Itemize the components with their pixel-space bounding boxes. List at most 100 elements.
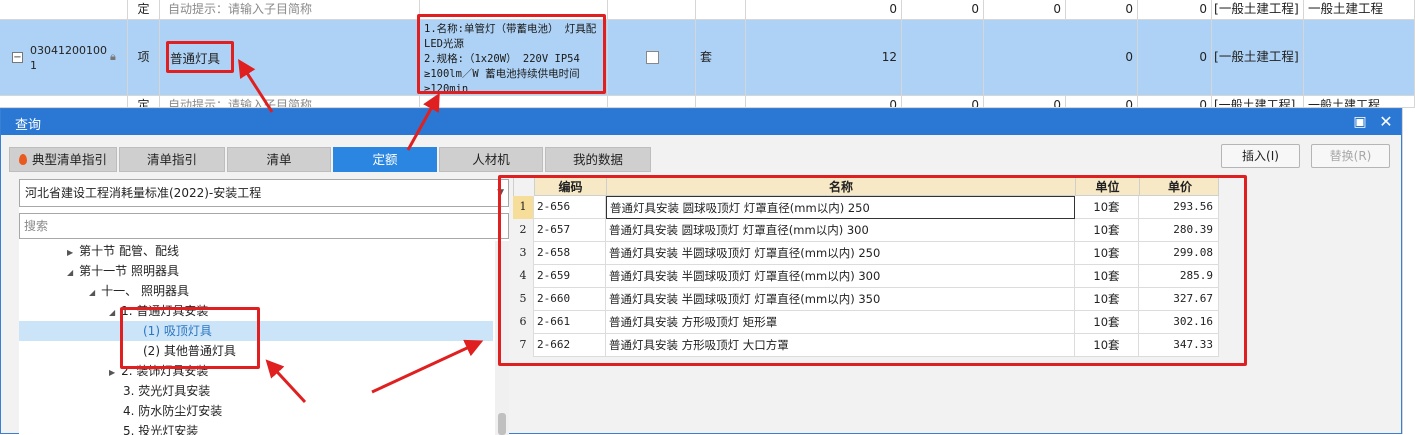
grid-cell-value[interactable]: 0 [984,20,1138,95]
grid-cell-hint[interactable]: 自动提示：请输入子目简称 [160,96,420,107]
tab-labor-materials[interactable]: 人材机 [439,147,543,172]
grid-cell-desc[interactable]: 1.名称:单管灯（带蓄电池） 灯具配LED光源 2.规格:（1x20W） 220… [420,20,608,95]
row-unit[interactable]: 10套 [1075,265,1139,288]
grid-cell-type[interactable]: 定 [128,96,160,107]
grid-cell-value[interactable]: 0 [1138,20,1212,95]
row-code[interactable]: 2-659 [534,265,606,288]
row-index[interactable]: 5 [513,288,534,311]
grid-cell-value[interactable]: 0 [1138,0,1212,19]
tab-bill-guide[interactable]: 清单指引 [119,147,225,172]
dialog-titlebar[interactable]: 查询 ▣ ✕ [1,109,1401,135]
table-row[interactable]: 7 2-662 普通灯具安装 方形吸顶灯 大口方罩 10套 347.33 [513,334,1219,357]
grid-cell-check[interactable] [608,20,696,95]
grid-cell-value[interactable]: 0 [1066,96,1138,107]
table-row[interactable]: 6 2-661 普通灯具安装 方形吸顶灯 矩形罩 10套 302.16 [513,311,1219,334]
row-name[interactable]: 普通灯具安装 半圆球吸顶灯 灯罩直径(mm以内) 350 [606,288,1075,311]
row-code[interactable]: 2-656 [534,196,606,219]
tree-item[interactable]: ◢ 1. 普通灯具安装 [109,301,208,321]
grid-cell-category[interactable]: [一般土建工程] [1212,0,1304,19]
grid-cell-value[interactable]: 0 [1138,96,1212,107]
tree-scrollbar[interactable] [495,241,509,435]
header-name[interactable]: 名称 [607,178,1076,196]
tree-item[interactable]: 3. 荧光灯具安装 [123,381,210,401]
table-row[interactable]: 5 2-660 普通灯具安装 半圆球吸顶灯 灯罩直径(mm以内) 350 10套 327… [513,288,1219,311]
row-price[interactable]: 293.56 [1139,196,1219,219]
row-code[interactable]: 2-660 [534,288,606,311]
row-name[interactable]: 普通灯具安装 半圆球吸顶灯 灯罩直径(mm以内) 300 [606,265,1075,288]
grid-cell-category2[interactable]: 一般土建工程 [1304,0,1415,19]
grid-row-selected[interactable]: − 03041200100 1 🔒︎ 项 普通灯具 1.名称:单管灯（带蓄电池）… [0,20,1415,96]
tree-item[interactable]: 5. 投光灯安装 [123,421,198,435]
row-unit[interactable]: 10套 [1075,311,1139,334]
tree-item[interactable]: ▶ 2. 装饰灯具安装 [109,361,208,381]
tree-item-selected[interactable]: (1) 吸顶灯具 [19,321,493,341]
row-unit[interactable]: 10套 [1075,242,1139,265]
row-index[interactable]: 2 [513,219,534,242]
row-name[interactable]: 普通灯具安装 方形吸顶灯 大口方罩 [606,334,1075,357]
maximize-icon[interactable]: ▣ [1351,113,1369,131]
grid-cell-value[interactable]: 0 [746,0,902,19]
grid-row-bottom[interactable]: 定 自动提示：请输入子目简称 0 0 0 0 0 [一般土建工程] 一般土建工程 [0,96,1415,108]
row-index[interactable]: 7 [513,334,534,357]
collapse-arrow-icon[interactable]: ◢ [109,308,115,317]
tab-typical-bill-guide[interactable]: 典型清单指引 [9,147,117,172]
grid-cell-value[interactable]: 0 [984,96,1066,107]
row-price[interactable]: 285.9 [1139,265,1219,288]
table-row[interactable]: 4 2-659 普通灯具安装 半圆球吸顶灯 灯罩直径(mm以内) 300 10套 285… [513,265,1219,288]
grid-cell-type[interactable]: 定 [128,0,160,19]
grid-cell-category[interactable]: [一般土建工程] [1212,96,1304,107]
row-code[interactable]: 2-658 [534,242,606,265]
header-price[interactable]: 单价 [1140,178,1220,196]
row-index[interactable]: 4 [513,265,534,288]
tab-bill[interactable]: 清单 [227,147,331,172]
collapse-arrow-icon[interactable]: ◢ [67,268,73,277]
collapse-arrow-icon[interactable]: ◢ [89,288,95,297]
grid-cell-code[interactable]: − 03041200100 1 🔒︎ [0,20,128,95]
header-unit[interactable]: 单位 [1076,178,1140,196]
expand-arrow-icon[interactable]: ▶ [109,368,115,377]
row-index[interactable]: 1 [513,196,534,219]
row-price[interactable]: 280.39 [1139,219,1219,242]
row-index[interactable]: 6 [513,311,534,334]
row-code[interactable]: 2-662 [534,334,606,357]
row-unit[interactable]: 10套 [1075,334,1139,357]
row-code[interactable]: 2-657 [534,219,606,242]
row-price[interactable]: 302.16 [1139,311,1219,334]
search-input[interactable]: 搜索 [19,213,509,239]
grid-cell-value[interactable]: 0 [746,96,902,107]
tree-item[interactable]: 4. 防水防尘灯安装 [123,401,222,421]
insert-button[interactable]: 插入(I) [1221,144,1300,168]
row-name[interactable]: 普通灯具安装 半圆球吸顶灯 灯罩直径(mm以内) 250 [606,242,1075,265]
row-code[interactable]: 2-661 [534,311,606,334]
row-unit[interactable]: 10套 [1075,288,1139,311]
table-row[interactable]: 2 2-657 普通灯具安装 圆球吸顶灯 灯罩直径(mm以内) 300 10套 280.… [513,219,1219,242]
table-row[interactable]: 3 2-658 普通灯具安装 半圆球吸顶灯 灯罩直径(mm以内) 250 10套 299… [513,242,1219,265]
grid-cell-value[interactable]: 0 [1066,0,1138,19]
grid-cell-code[interactable] [0,0,128,19]
tree-item[interactable]: ◢ 十一、 照明器具 [89,281,189,301]
grid-cell-type[interactable]: 项 [128,20,160,95]
grid-cell-name[interactable]: 普通灯具 [160,20,420,95]
row-name[interactable]: 普通灯具安装 方形吸顶灯 矩形罩 [606,311,1075,334]
tree-item[interactable]: ▶ 第十节 配管、配线 [67,241,179,261]
tree-item[interactable]: (2) 其他普通灯具 [143,341,236,361]
header-code[interactable]: 编码 [535,178,607,196]
grid-cell-unit[interactable]: 套 [696,20,746,95]
tab-quota[interactable]: 定额 [333,147,437,172]
close-icon[interactable]: ✕ [1377,113,1395,131]
tab-my-data[interactable]: 我的数据 [545,147,651,172]
row-unit[interactable]: 10套 [1075,196,1139,219]
table-row[interactable]: 1 2-656 普通灯具安装 圆球吸顶灯 灯罩直径(mm以内) 250 10套 293.… [513,196,1219,219]
row-name[interactable]: 普通灯具安装 圆球吸顶灯 灯罩直径(mm以内) 250 [606,196,1075,219]
row-unit[interactable]: 10套 [1075,219,1139,242]
replace-button[interactable]: 替换(R) [1311,144,1390,168]
grid-cell-quantity[interactable]: 12 [746,20,902,95]
library-select[interactable]: 河北省建设工程消耗量标准(2022)-安装工程 ▼ [19,179,509,207]
grid-cell-hint[interactable]: 自动提示：请输入子目简称 [160,0,420,19]
row-name[interactable]: 普通灯具安装 圆球吸顶灯 灯罩直径(mm以内) 300 [606,219,1075,242]
grid-row-top[interactable]: 定 自动提示：请输入子目简称 0 0 0 0 0 [一般土建工程] 一般土建工程 [0,0,1415,20]
row-checkbox[interactable] [646,51,659,64]
grid-cell-value[interactable]: 0 [902,96,984,107]
grid-cell-value[interactable]: 0 [902,0,984,19]
scrollbar-thumb[interactable] [498,413,506,435]
